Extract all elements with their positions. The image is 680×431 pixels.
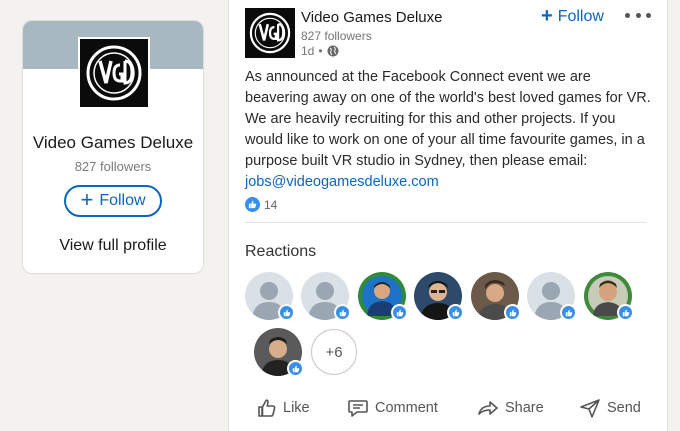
post-timestamp: 1d • (301, 44, 339, 58)
like-button[interactable]: Like (257, 398, 310, 418)
profile-follow-label: Follow (99, 192, 146, 209)
post-follow-button[interactable]: + Follow (541, 5, 604, 27)
comment-button[interactable]: Comment (347, 398, 438, 418)
reaction-count: 14 (264, 197, 278, 212)
reactor-avatar[interactable] (245, 272, 295, 321)
reactor-avatar[interactable] (301, 272, 351, 321)
post-company-name[interactable]: Video Games Deluxe (301, 9, 442, 26)
comment-label: Comment (375, 400, 438, 416)
plus-icon: + (541, 5, 553, 27)
divider (245, 222, 647, 223)
more-icon[interactable] (625, 6, 651, 24)
like-icon (245, 197, 260, 212)
send-icon (580, 399, 600, 418)
post-time: 1d (301, 44, 315, 58)
profile-follow-button[interactable]: + Follow (64, 185, 162, 217)
reactor-avatar[interactable] (358, 272, 408, 321)
profile-follower-count: 827 followers (74, 159, 152, 174)
like-icon (617, 304, 634, 321)
like-icon (334, 304, 351, 321)
view-full-profile-link[interactable]: View full profile (23, 237, 203, 255)
reaction-summary[interactable]: 14 (245, 197, 277, 212)
globe-icon (327, 45, 339, 57)
reactor-avatar[interactable] (584, 272, 634, 321)
share-button[interactable]: Share (477, 398, 544, 418)
post-body-text: As announced at the Facebook Connect eve… (245, 69, 651, 169)
like-icon (287, 360, 304, 377)
like-label: Like (283, 400, 310, 416)
post-follower-count: 827 followers (301, 29, 372, 43)
more-reactions-button[interactable]: +6 (311, 329, 357, 375)
share-icon (478, 401, 498, 415)
like-icon (391, 304, 408, 321)
post-meta-separator: • (318, 44, 323, 58)
reactions-heading: Reactions (245, 243, 317, 260)
share-label: Share (505, 400, 544, 416)
reactor-avatar[interactable] (471, 272, 521, 321)
like-icon (504, 304, 521, 321)
like-icon (560, 304, 577, 321)
like-icon (258, 399, 276, 417)
send-button[interactable]: Send (579, 398, 641, 418)
profile-company-name[interactable]: Video Games Deluxe (23, 133, 203, 153)
post-card: Video Games Deluxe 827 followers 1d • + … (228, 0, 668, 431)
post-email-link[interactable]: jobs@videogamesdeluxe.com (245, 174, 439, 190)
post-action-bar: Like Comment Share Send (229, 398, 667, 428)
like-icon (447, 304, 464, 321)
reactor-avatar[interactable] (254, 328, 304, 377)
comment-icon (348, 400, 368, 417)
reactor-avatar[interactable] (414, 272, 464, 321)
post-company-logo[interactable] (245, 8, 295, 58)
like-icon (278, 304, 295, 321)
plus-icon: + (80, 187, 94, 212)
post-body: As announced at the Facebook Connect eve… (245, 67, 657, 193)
company-logo[interactable] (78, 37, 150, 109)
company-profile-card: Video Games Deluxe 827 followers + Follo… (22, 20, 204, 274)
reactor-avatar[interactable] (527, 272, 577, 321)
post-follow-label: Follow (557, 8, 604, 25)
send-label: Send (607, 400, 641, 416)
